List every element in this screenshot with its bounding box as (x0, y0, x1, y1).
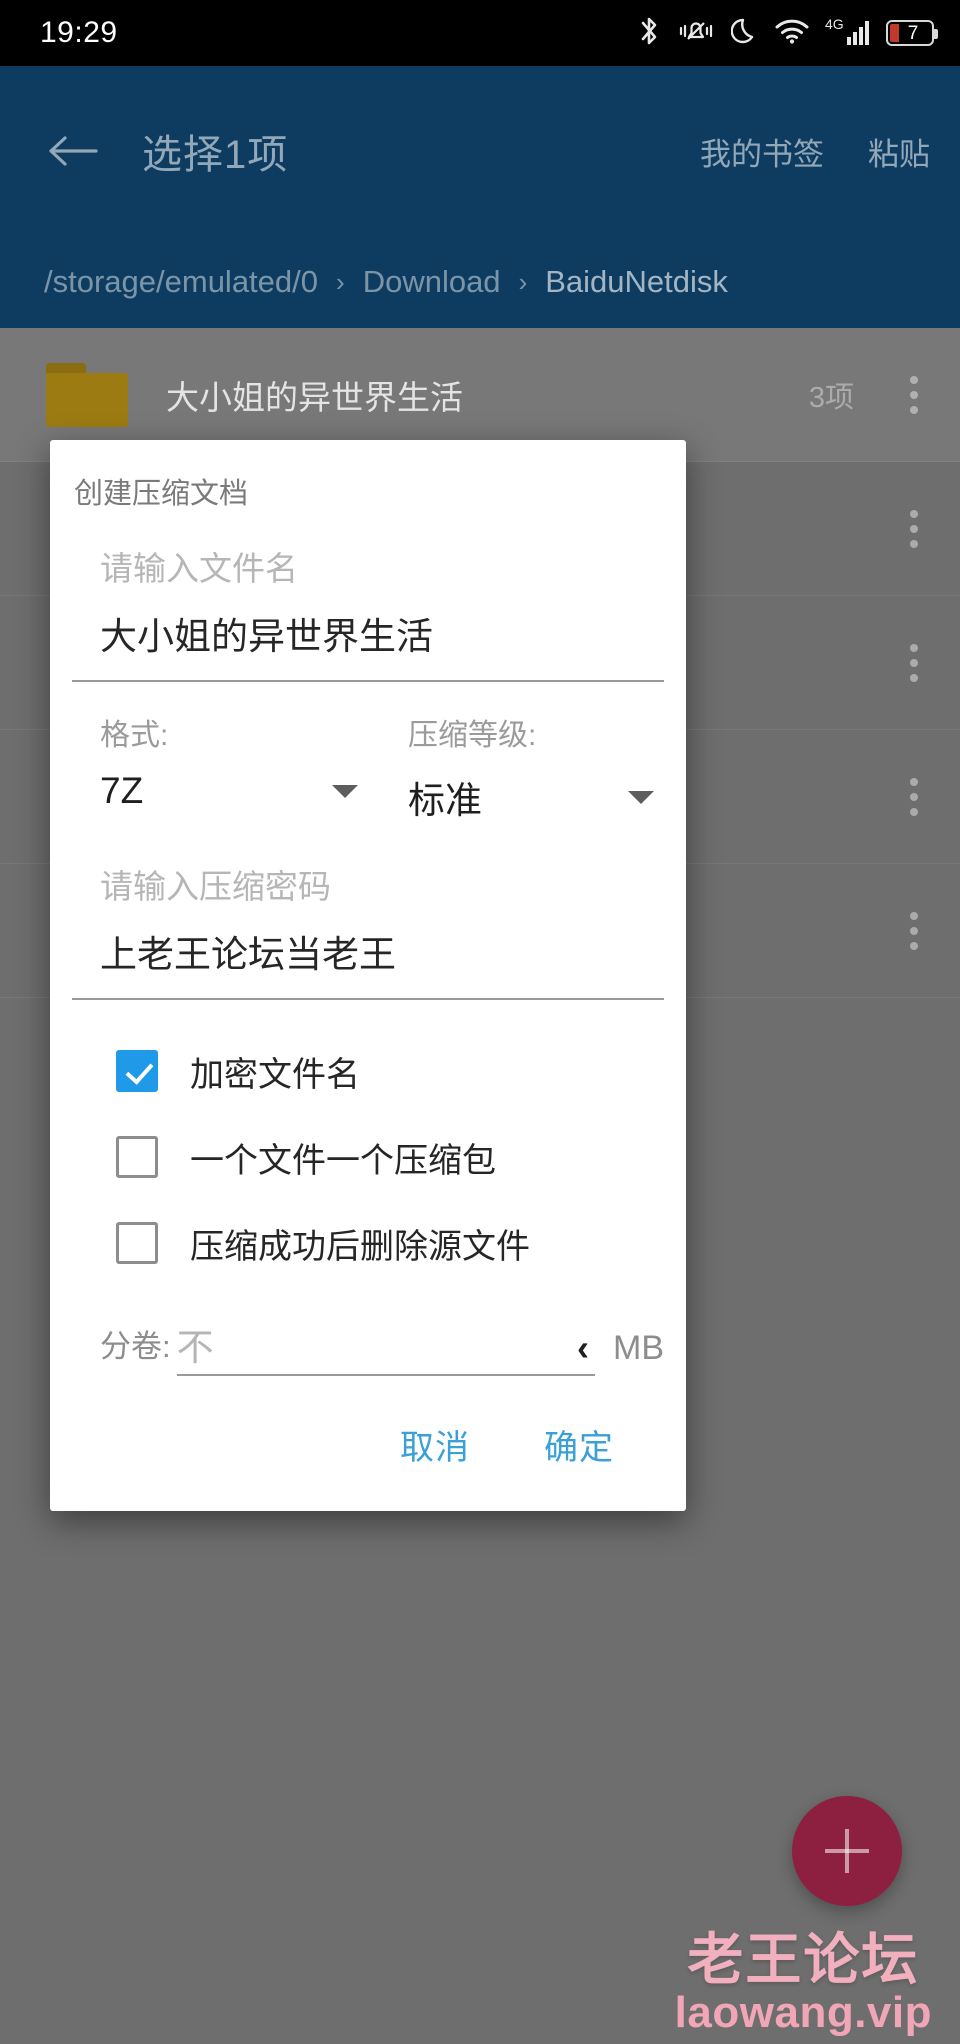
filename-input[interactable]: 大小姐的异世界生活 (100, 604, 664, 680)
delete-source-label: 压缩成功后删除源文件 (190, 1227, 530, 1266)
row-overflow-menu-icon[interactable] (882, 777, 946, 816)
row-overflow-menu-icon[interactable] (882, 375, 946, 414)
compression-level-selector[interactable]: 压缩等级: 标准 (368, 710, 664, 824)
app-bar: 选择1项 我的书签 粘贴 /storage/emulated/0 › Downl… (0, 66, 960, 328)
chevron-down-icon (332, 784, 358, 798)
file-meta: 3项 (808, 381, 854, 414)
app-bar-top: 选择1项 我的书签 粘贴 (0, 66, 960, 236)
battery-level-text: 7 (907, 22, 919, 44)
filename-field[interactable]: 请输入文件名 大小姐的异世界生活 (72, 528, 664, 680)
format-value: 7Z (100, 770, 144, 811)
format-control[interactable]: 7Z (100, 770, 368, 812)
status-clock: 19:29 (40, 16, 118, 49)
password-placeholder: 请输入压缩密码 (100, 868, 331, 905)
status-bar: 19:29 4G 7 (0, 0, 960, 66)
checkbox-row-encrypt-filenames[interactable]: 加密文件名 (72, 1028, 664, 1114)
split-volume-unit: MB (613, 1329, 664, 1367)
one-archive-per-file-checkbox[interactable] (116, 1136, 158, 1178)
delete-source-checkbox[interactable] (116, 1222, 158, 1264)
phone-screen: 19:29 4G 7 大小姐的异世界生活 3项 选择1项 我的书签 粘贴 /st… (0, 0, 960, 2044)
file-name: 大小姐的异世界生活 (166, 378, 463, 416)
dialog-body: 请输入文件名 大小姐的异世界生活 格式: 7Z 压缩等级: 标准 请输入压缩密码… (50, 528, 686, 1511)
split-volume-label: 分卷: (100, 1329, 171, 1364)
add-button-fab[interactable] (792, 1796, 902, 1906)
svg-text:4G: 4G (825, 16, 844, 32)
page-title: 选择1项 (142, 133, 289, 177)
chevron-left-icon[interactable]: ‹ (577, 1330, 595, 1366)
breadcrumb-item-download[interactable]: Download (363, 264, 501, 300)
folder-icon (46, 362, 128, 427)
row-overflow-menu-icon[interactable] (882, 509, 946, 548)
compression-level-value: 标准 (408, 780, 482, 821)
wifi-icon (774, 16, 810, 51)
vibrate-mute-icon (676, 16, 716, 51)
format-level-row: 格式: 7Z 压缩等级: 标准 (72, 682, 664, 824)
dnd-moon-icon (730, 16, 759, 51)
split-volume-input[interactable]: 不 ‹ (176, 1327, 595, 1376)
my-bookmarks-button[interactable]: 我的书签 (700, 129, 824, 174)
checkbox-row-delete-source[interactable]: 压缩成功后删除源文件 (72, 1200, 664, 1286)
split-volume-value: 不 (176, 1327, 214, 1368)
row-overflow-menu-icon[interactable] (882, 911, 946, 950)
back-arrow-icon[interactable] (44, 122, 102, 180)
password-field[interactable]: 请输入压缩密码 上老王论坛当老王 (72, 824, 664, 998)
signal-4g-icon: 4G (825, 15, 871, 52)
confirm-button[interactable]: 确定 (544, 1420, 614, 1469)
one-archive-per-file-label: 一个文件一个压缩包 (190, 1141, 496, 1180)
encrypt-filenames-label: 加密文件名 (190, 1055, 360, 1094)
compression-level-label: 压缩等级: (408, 719, 537, 752)
checkbox-row-one-archive-per-file[interactable]: 一个文件一个压缩包 (72, 1114, 664, 1200)
chevron-right-icon: › (336, 266, 345, 297)
dialog-actions: 取消 确定 (72, 1376, 664, 1511)
plus-icon (825, 1829, 869, 1873)
filename-placeholder: 请输入文件名 (100, 550, 298, 587)
compression-level-control[interactable]: 标准 (368, 770, 664, 824)
bluetooth-icon (637, 15, 661, 52)
split-volume-row: 分卷: 不 ‹ MB (72, 1286, 664, 1376)
battery-icon: 7 (886, 20, 938, 46)
chevron-right-icon: › (518, 266, 528, 297)
chevron-down-icon (628, 790, 654, 804)
encrypt-filenames-checkbox[interactable] (116, 1050, 158, 1092)
checkbox-spacer (72, 1000, 664, 1028)
status-icon-tray: 4G 7 (637, 15, 938, 52)
format-selector[interactable]: 格式: 7Z (100, 710, 368, 824)
password-input[interactable]: 上老王论坛当老王 (100, 922, 664, 998)
breadcrumb-item-current[interactable]: BaiduNetdisk (545, 264, 728, 300)
breadcrumb: /storage/emulated/0 › Download › BaiduNe… (44, 236, 728, 328)
app-bar-actions: 我的书签 粘贴 (700, 129, 930, 174)
breadcrumb-item-root[interactable]: /storage/emulated/0 (44, 264, 318, 300)
battery-fill (890, 24, 899, 42)
paste-button[interactable]: 粘贴 (868, 129, 930, 174)
create-archive-dialog: 创建压缩文档 请输入文件名 大小姐的异世界生活 格式: 7Z 压缩等级: 标准 … (50, 440, 686, 1511)
row-overflow-menu-icon[interactable] (882, 643, 946, 682)
format-label: 格式: (100, 719, 169, 752)
cancel-button[interactable]: 取消 (400, 1420, 470, 1469)
dialog-title: 创建压缩文档 (74, 478, 249, 510)
